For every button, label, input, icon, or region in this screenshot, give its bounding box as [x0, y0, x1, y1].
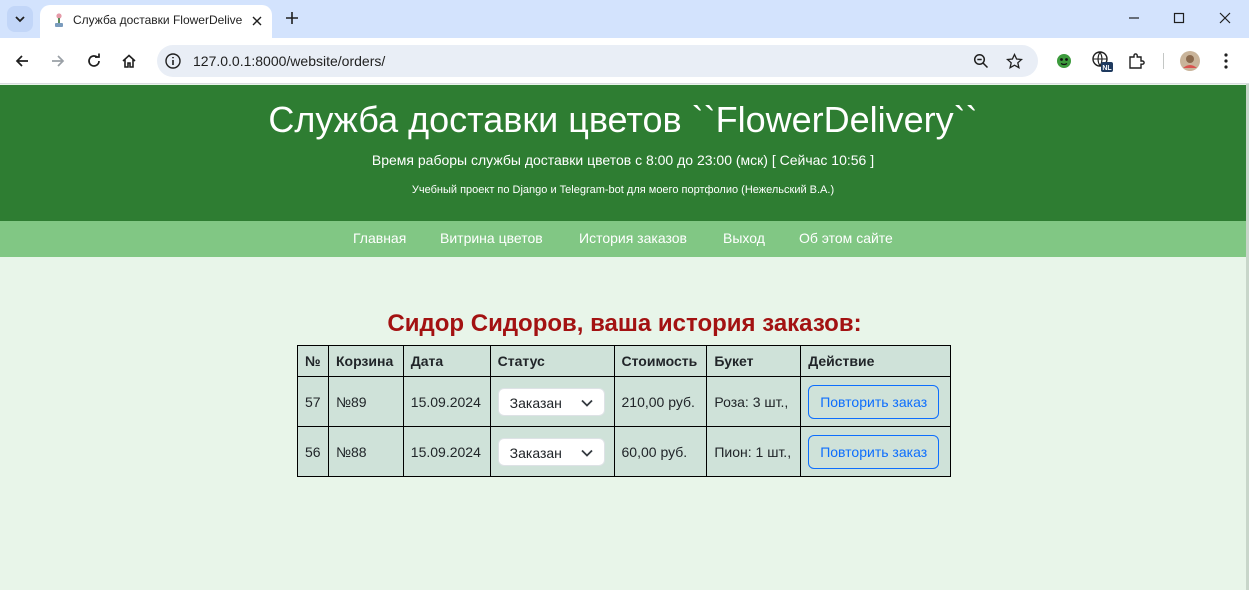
window-close-button[interactable]: [1210, 5, 1240, 31]
nav-home[interactable]: Главная: [353, 230, 406, 246]
forward-button[interactable]: [47, 50, 69, 72]
site-subtitle: Учебный проект по Django и Telegram-bot …: [411, 184, 835, 196]
column-header-bouquet: Букет: [706, 345, 802, 377]
column-header-date: Дата: [402, 345, 491, 377]
site-info-icon[interactable]: [164, 52, 182, 70]
tab-title: Служба доставки FlowerDelivery: [73, 13, 243, 27]
maximize-icon: [1173, 12, 1185, 24]
globe-nl-icon: NL: [1092, 51, 1113, 72]
browser-tab-bar: Служба доставки FlowerDelivery: [0, 0, 1249, 38]
column-header-cart: Корзина: [327, 345, 404, 377]
order-cost: 210,00 руб.: [613, 376, 708, 427]
column-header-number: №: [297, 345, 329, 377]
order-status-value: Заказан: [509, 444, 562, 461]
order-cost: 60,00 руб.: [613, 426, 708, 477]
column-header-action: Действие: [800, 345, 951, 377]
chevron-down-icon: [15, 16, 25, 23]
chevron-down-icon: [581, 399, 593, 407]
order-status-value: Заказан: [509, 394, 562, 411]
nav-logout[interactable]: Выход: [723, 230, 765, 246]
column-header-cost: Стоимость: [613, 345, 708, 377]
window-close-icon: [1219, 12, 1231, 24]
tab-close-button[interactable]: [248, 12, 266, 30]
order-cart: №89: [327, 376, 404, 427]
flower-favicon: [55, 13, 63, 27]
new-tab-button[interactable]: [281, 7, 303, 29]
active-tab[interactable]: Служба доставки FlowerDelivery: [40, 5, 272, 38]
tab-search-button[interactable]: [7, 6, 33, 32]
site-nav: Главная Витрина цветов История заказов В…: [0, 221, 1246, 257]
repeat-order-button[interactable]: Повторить заказ: [808, 384, 940, 419]
close-icon: [252, 16, 262, 26]
site-title: Служба доставки цветов ``FlowerDelivery`…: [268, 99, 978, 140]
home-icon: [122, 54, 136, 68]
address-bar[interactable]: 127.0.0.1:8000/website/orders/: [157, 45, 1038, 77]
repeat-order-button[interactable]: Повторить заказ: [808, 434, 940, 469]
zoom-icon: [973, 53, 989, 69]
plus-icon: [286, 12, 298, 24]
extension-translate-button[interactable]: NL: [1091, 50, 1113, 72]
column-header-status: Статус: [489, 345, 615, 377]
more-menu-icon: [1224, 53, 1228, 69]
nav-order-history[interactable]: История заказов: [579, 230, 687, 246]
extension-icon: [1057, 54, 1071, 68]
reload-button[interactable]: [83, 50, 105, 72]
order-status-select[interactable]: Заказан: [497, 437, 605, 466]
order-id: 56: [297, 426, 329, 477]
browser-toolbar: 127.0.0.1:8000/website/orders/ NL: [0, 38, 1249, 84]
forward-icon: [52, 55, 65, 67]
profile-button[interactable]: [1179, 50, 1201, 72]
back-button[interactable]: [11, 50, 33, 72]
order-date: 15.09.2024: [402, 426, 491, 477]
order-status-select[interactable]: Заказан: [497, 387, 605, 416]
puzzle-icon: [1129, 53, 1145, 69]
orders-heading: Сидор Сидоров, ваша история заказов:: [387, 310, 862, 337]
order-bouquet: Роза: 3 шт.,: [706, 376, 802, 427]
minimize-button[interactable]: [1119, 5, 1149, 31]
order-bouquet: Пион: 1 шт.,: [706, 426, 802, 477]
home-button[interactable]: [118, 50, 140, 72]
table-header-row: № Корзина Дата Статус Стоимость Букет Де…: [297, 345, 951, 377]
svg-text:NL: NL: [1102, 65, 1112, 72]
order-status-cell: Заказан: [489, 426, 615, 477]
bookmark-star-icon: [1005, 52, 1023, 69]
chevron-down-icon: [581, 449, 593, 457]
extension-frog-button[interactable]: [1053, 50, 1075, 72]
reload-icon: [88, 53, 100, 67]
browser-menu-button[interactable]: [1215, 50, 1237, 72]
order-action-cell: Повторить заказ: [800, 376, 951, 427]
maximize-button[interactable]: [1164, 5, 1194, 31]
url-text: 127.0.0.1:8000/website/orders/: [193, 53, 386, 69]
order-date: 15.09.2024: [402, 376, 491, 427]
bookmark-button[interactable]: [1004, 51, 1024, 71]
order-id: 57: [297, 376, 329, 427]
order-action-cell: Повторить заказ: [800, 426, 951, 477]
profile-avatar: [1180, 51, 1200, 71]
working-hours: Время раборы службы доставки цветов с 8:…: [371, 152, 875, 168]
nav-flower-showcase[interactable]: Витрина цветов: [440, 230, 543, 246]
site-header: Служба доставки цветов ``FlowerDelivery`…: [0, 85, 1246, 221]
zoom-button[interactable]: [971, 51, 991, 71]
extensions-menu-button[interactable]: [1125, 50, 1147, 72]
order-cart: №88: [327, 426, 404, 477]
table-row: 56 №88 15.09.2024 Заказан 60,00 руб. Пио…: [297, 426, 951, 477]
nav-about[interactable]: Об этом сайте: [799, 230, 893, 246]
orders-table: № Корзина Дата Статус Стоимость Букет Де…: [297, 345, 951, 477]
table-row: 57 №89 15.09.2024 Заказан 210,00 руб. Ро…: [297, 376, 951, 427]
minimize-icon: [1129, 17, 1139, 19]
back-icon: [15, 55, 28, 67]
order-status-cell: Заказан: [489, 376, 615, 427]
toolbar-divider: [1163, 53, 1164, 69]
